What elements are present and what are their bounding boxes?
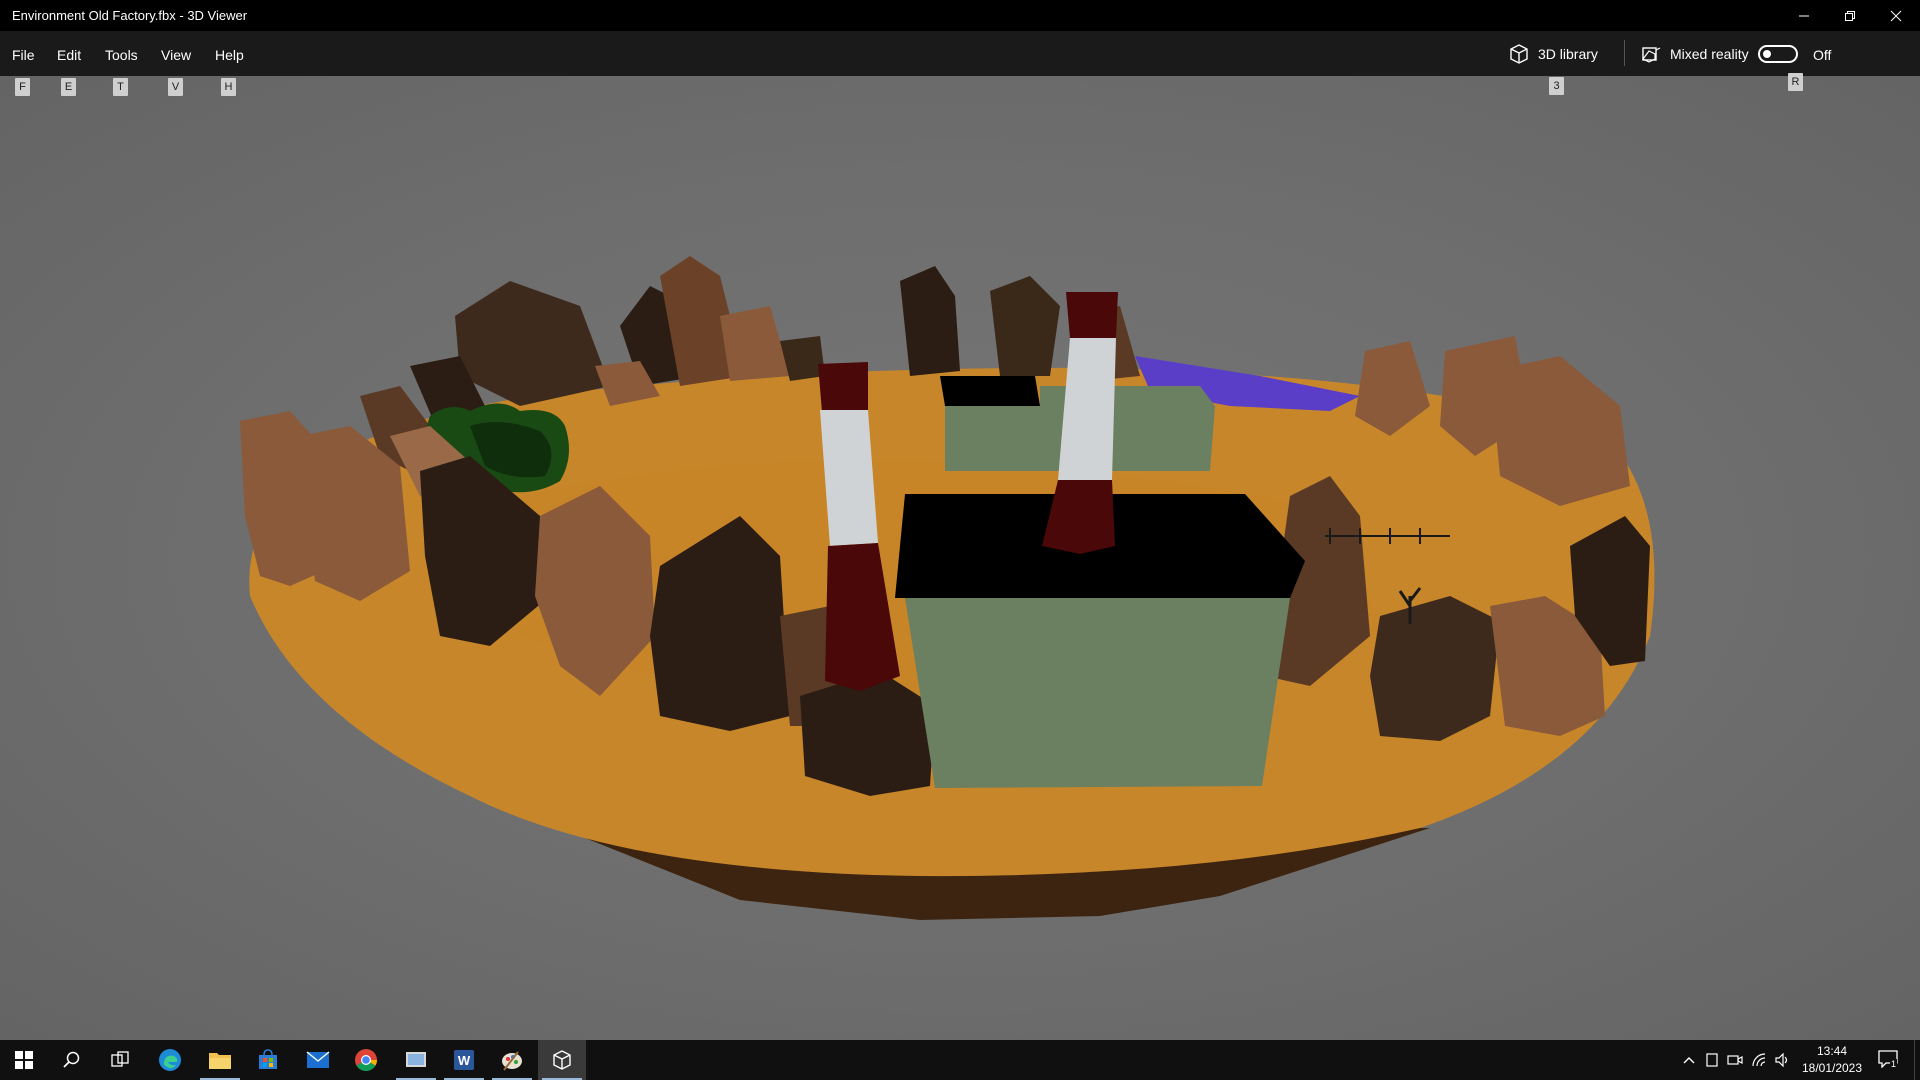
rock (900, 266, 960, 376)
store-button[interactable] (244, 1040, 292, 1080)
word-button[interactable]: W (440, 1040, 488, 1080)
menu-tools[interactable]: Tools (105, 47, 138, 63)
3d-library-button[interactable]: 3D library (1508, 41, 1598, 67)
word-icon: W (454, 1050, 474, 1070)
clock-button[interactable]: 13:44 18/01/2023 (1796, 1043, 1868, 1077)
mixed-reality-state: Off (1813, 47, 1832, 63)
wifi-icon (1752, 1053, 1766, 1067)
file-explorer-icon (209, 1053, 231, 1069)
separator (1624, 40, 1625, 66)
keytip-file: F (15, 78, 30, 96)
keytip-tools: T (113, 78, 128, 96)
chrome-icon (355, 1049, 377, 1071)
close-icon (1890, 10, 1902, 21)
mixed-reality-button[interactable]: Mixed reality (1640, 41, 1749, 67)
mixed-reality-toggle[interactable] (1758, 45, 1798, 63)
chimney-left-top (818, 362, 868, 412)
minimize-button[interactable] (1781, 0, 1827, 31)
tray-overflow-button[interactable] (1681, 1052, 1697, 1068)
task-view-button[interactable] (96, 1040, 144, 1080)
window-title: Environment Old Factory.fbx - 3D Viewer (12, 8, 248, 23)
paint-icon (502, 1051, 522, 1071)
scene-render (240, 256, 1655, 920)
toggle-knob (1763, 50, 1771, 58)
chevron-up-icon (1683, 1057, 1695, 1064)
mail-icon (306, 1051, 330, 1068)
mail-button[interactable] (294, 1040, 342, 1080)
3d-library-label: 3D library (1538, 46, 1598, 62)
tray-network-button[interactable] (1752, 1052, 1768, 1068)
tray-meet-button[interactable] (1727, 1052, 1743, 1068)
keytip-3d-library: 3 (1549, 77, 1564, 95)
keytip-mixed-reality: R (1788, 73, 1803, 91)
mixed-reality-label: Mixed reality (1670, 46, 1749, 62)
keytip-help: H (221, 78, 236, 96)
search-button[interactable] (48, 1040, 96, 1080)
rock (720, 306, 790, 381)
keytip-edit: E (61, 78, 76, 96)
menu-bar: File Edit Tools View Help 3D library Mix… (0, 31, 1920, 76)
tablet-icon (1706, 1053, 1718, 1067)
mixed-reality-icon (1642, 47, 1661, 63)
factory-wall (905, 598, 1290, 788)
task-view-icon (111, 1051, 129, 1067)
show-desktop-button[interactable] (1914, 1040, 1920, 1080)
rock (990, 276, 1060, 376)
factory-roof-back (940, 376, 1040, 406)
start-icon (15, 1051, 33, 1069)
taskbar: W 13:44 18/01/2023 1 (0, 1040, 1920, 1080)
chimney-right-mid (1058, 338, 1116, 480)
3d-viewport[interactable] (0, 76, 1920, 1040)
notification-count: 1 (1890, 1059, 1898, 1069)
menu-file[interactable]: File (12, 47, 35, 63)
restore-icon (1845, 10, 1855, 21)
clock-time: 13:44 (1816, 1044, 1848, 1058)
title-bar: Environment Old Factory.fbx - 3D Viewer (0, 0, 1920, 31)
edge-icon (159, 1049, 181, 1071)
cube-icon (1510, 44, 1528, 64)
start-button[interactable] (0, 1040, 48, 1080)
edge-button[interactable] (146, 1040, 194, 1080)
menu-view[interactable]: View (161, 47, 191, 63)
rock (455, 281, 610, 406)
rock (1370, 596, 1500, 741)
3d-viewer-icon (553, 1050, 571, 1070)
chimney-right-top (1066, 292, 1118, 338)
3d-viewer-button[interactable] (538, 1040, 586, 1080)
menu-edit[interactable]: Edit (57, 47, 81, 63)
clock-date: 18/01/2023 (1801, 1061, 1863, 1075)
chimney-left-mid (820, 410, 878, 546)
tray-tablet-button[interactable] (1704, 1052, 1720, 1068)
svg-text:W: W (458, 1053, 471, 1068)
speaker-icon (1775, 1053, 1788, 1067)
store-icon (259, 1049, 277, 1069)
camera-icon (1727, 1055, 1743, 1065)
notifications-button[interactable]: 1 (1878, 1050, 1900, 1072)
close-button[interactable] (1873, 0, 1919, 31)
snipping-tool-button[interactable] (392, 1040, 440, 1080)
search-icon (63, 1051, 80, 1068)
keytip-view: V (168, 78, 183, 96)
minimize-icon (1799, 15, 1809, 16)
factory-upper-wall (945, 406, 1040, 471)
file-explorer-button[interactable] (196, 1040, 244, 1080)
restore-button[interactable] (1827, 0, 1873, 31)
menu-help[interactable]: Help (215, 47, 244, 63)
chrome-button[interactable] (342, 1040, 390, 1080)
tray-volume-button[interactable] (1775, 1052, 1791, 1068)
paint-button[interactable] (488, 1040, 536, 1080)
snipping-tool-icon (406, 1052, 426, 1067)
